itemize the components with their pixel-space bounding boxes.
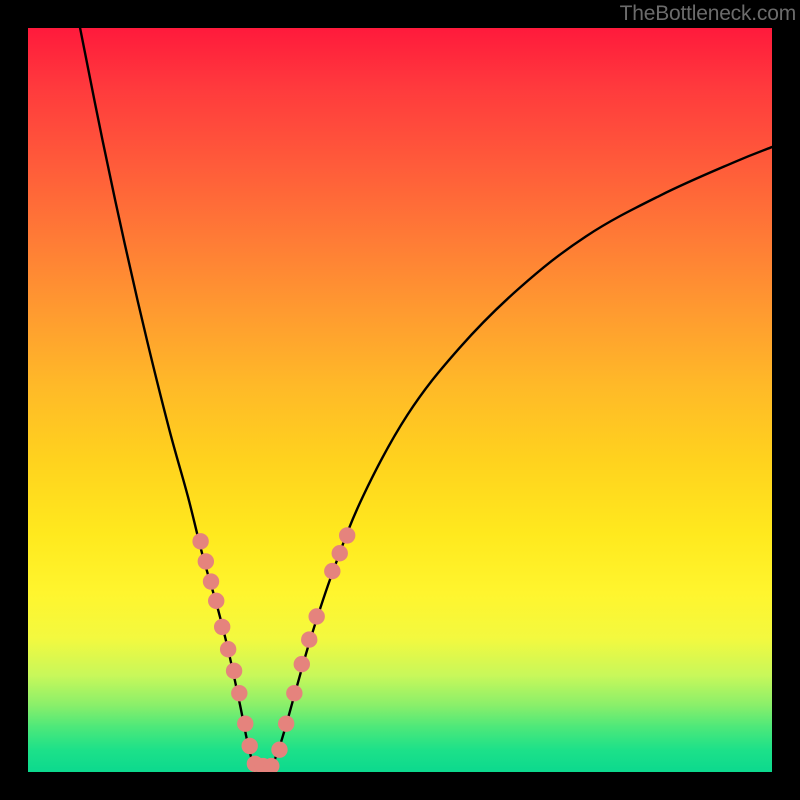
curve-right-branch: [270, 147, 772, 772]
scatter-dot: [208, 593, 224, 609]
scatter-dot: [255, 758, 271, 772]
watermark-text: TheBottleneck.com: [620, 2, 796, 26]
scatter-dot: [308, 608, 324, 624]
scatter-dots: [192, 527, 355, 772]
scatter-dot: [263, 758, 279, 772]
curve-left-branch: [80, 28, 255, 772]
scatter-dot: [214, 619, 230, 635]
scatter-dot: [271, 741, 287, 757]
scatter-dot: [220, 641, 236, 657]
scatter-dot: [294, 656, 310, 672]
plot-area: [28, 28, 772, 772]
curve-lines: [80, 28, 772, 772]
scatter-dot: [237, 715, 253, 731]
scatter-dot: [226, 663, 242, 679]
scatter-dot: [203, 573, 219, 589]
scatter-dot: [286, 685, 302, 701]
scatter-dot: [231, 685, 247, 701]
scatter-dot: [198, 553, 214, 569]
scatter-dot: [301, 631, 317, 647]
scatter-dot: [242, 738, 258, 754]
chart-frame: TheBottleneck.com: [0, 0, 800, 800]
scatter-dot: [332, 545, 348, 561]
scatter-dot: [324, 563, 340, 579]
chart-svg: [28, 28, 772, 772]
scatter-dot: [278, 715, 294, 731]
scatter-dot: [339, 527, 355, 543]
scatter-dot: [192, 533, 208, 549]
scatter-dot: [247, 756, 263, 772]
